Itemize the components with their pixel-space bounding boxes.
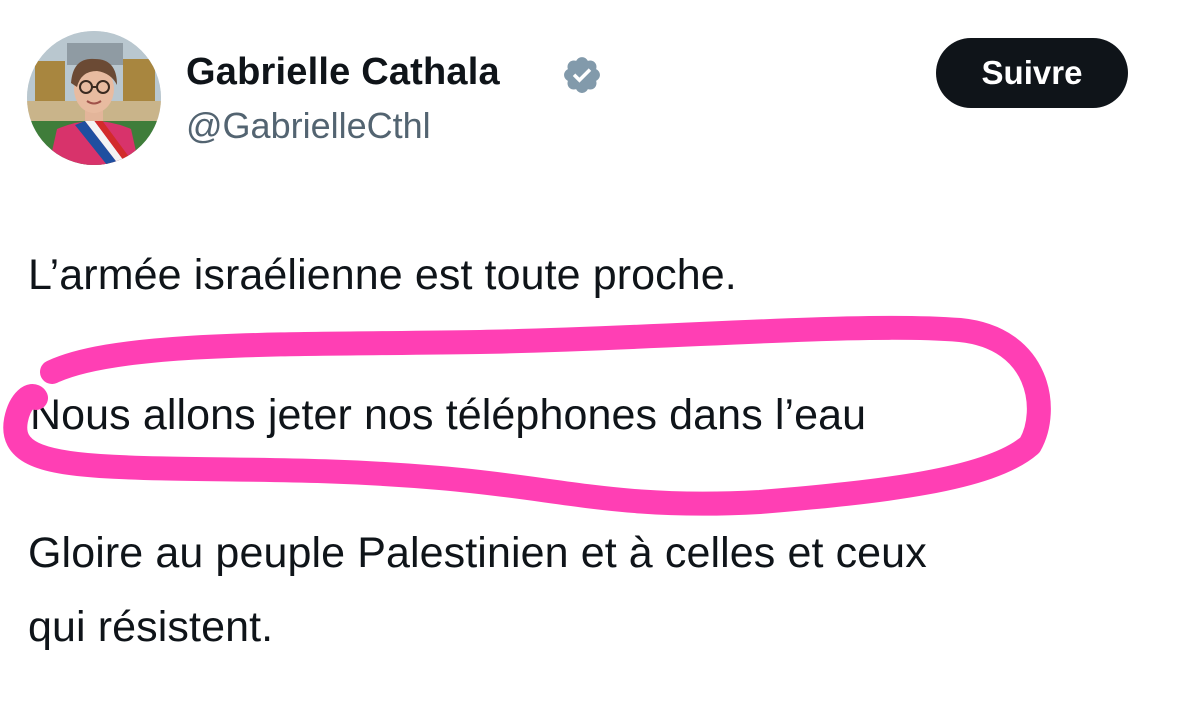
author-display-name[interactable]: Gabrielle Cathala (186, 48, 500, 96)
tweet-text-line: Gloire au peuple Palestinien et à celles… (28, 529, 927, 577)
follow-button[interactable]: Suivre (936, 38, 1128, 108)
tweet-text-line: Nous allons jeter nos téléphones dans l’… (30, 391, 867, 439)
author-handle[interactable]: @GabrielleCthl (186, 103, 431, 149)
tweet-text-line: L’armée israélienne est toute proche. (28, 251, 737, 299)
avatar-photo (27, 31, 161, 165)
avatar[interactable] (27, 31, 161, 165)
verified-badge-icon (564, 57, 600, 93)
tweet-text-line: qui résistent. (28, 603, 274, 651)
